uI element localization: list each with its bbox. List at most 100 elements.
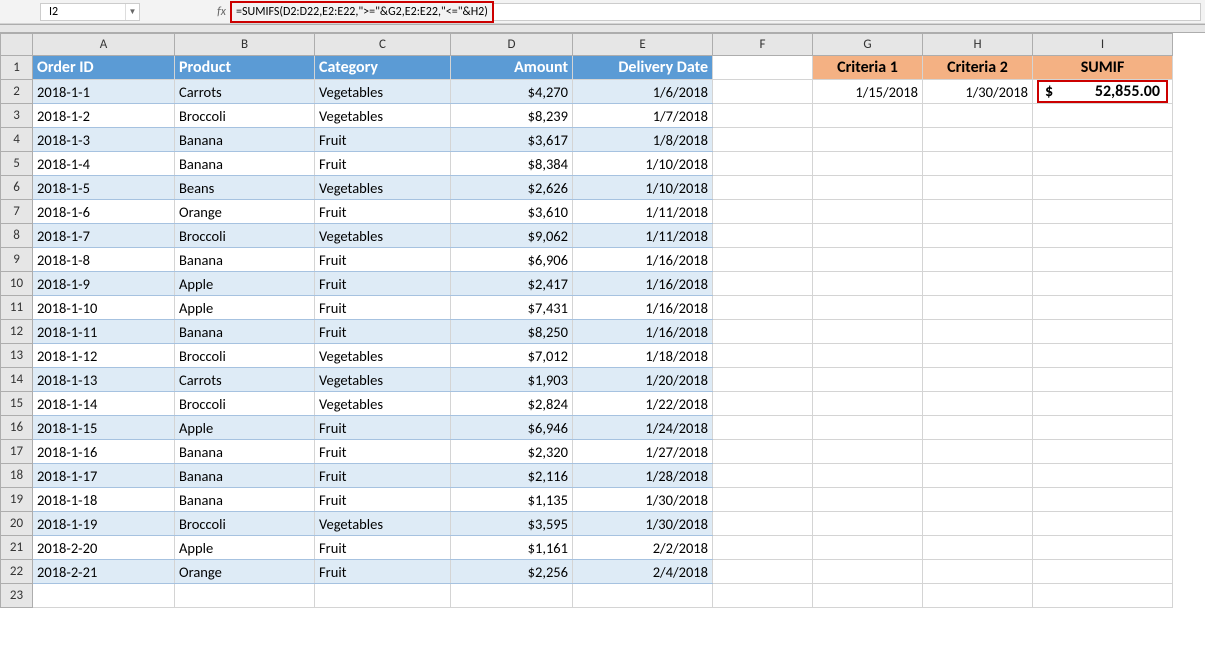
row-header[interactable]: 13 [1, 344, 33, 368]
cell-product[interactable]: Banana [175, 488, 315, 512]
cell[interactable] [813, 104, 923, 128]
row-header[interactable]: 22 [1, 560, 33, 584]
header-amount[interactable]: Amount [451, 56, 573, 80]
cell-product[interactable]: Apple [175, 536, 315, 560]
cell-category[interactable]: Vegetables [315, 512, 451, 536]
cell-date[interactable]: 2/4/2018 [573, 560, 713, 584]
cell-date[interactable]: 1/16/2018 [573, 272, 713, 296]
cell-orderid[interactable]: 2018-1-1 [33, 80, 175, 104]
cell-orderid[interactable]: 2018-1-6 [33, 200, 175, 224]
cell[interactable] [1033, 368, 1173, 392]
cell-category[interactable]: Fruit [315, 272, 451, 296]
cell[interactable] [713, 344, 813, 368]
cell[interactable] [923, 584, 1033, 608]
cell[interactable] [713, 128, 813, 152]
cell[interactable] [813, 224, 923, 248]
cell-amount[interactable]: $3,617 [451, 128, 573, 152]
cell[interactable] [813, 512, 923, 536]
cell[interactable] [813, 416, 923, 440]
cell-amount[interactable]: $2,417 [451, 272, 573, 296]
cell[interactable] [713, 320, 813, 344]
cell-orderid[interactable]: 2018-1-4 [33, 152, 175, 176]
header-criteria1[interactable]: Criteria 1 [813, 56, 923, 80]
criteria2-value[interactable]: 1/30/2018 [923, 80, 1033, 104]
cell[interactable] [923, 440, 1033, 464]
cell[interactable] [33, 584, 175, 608]
cell[interactable] [713, 440, 813, 464]
criteria1-value[interactable]: 1/15/2018 [813, 80, 923, 104]
cell-date[interactable]: 1/24/2018 [573, 416, 713, 440]
row-header[interactable]: 11 [1, 296, 33, 320]
cell-product[interactable]: Orange [175, 200, 315, 224]
select-all-corner[interactable] [1, 34, 33, 56]
row-header[interactable]: 4 [1, 128, 33, 152]
header-sumif[interactable]: SUMIF [1033, 56, 1173, 80]
cell-product[interactable]: Banana [175, 464, 315, 488]
col-header-H[interactable]: H [923, 34, 1033, 56]
cell[interactable] [923, 536, 1033, 560]
cell[interactable] [923, 296, 1033, 320]
cell-category[interactable]: Fruit [315, 440, 451, 464]
cell-date[interactable]: 1/18/2018 [573, 344, 713, 368]
cell[interactable] [923, 560, 1033, 584]
cell[interactable] [1033, 512, 1173, 536]
row-header[interactable]: 9 [1, 248, 33, 272]
cell[interactable] [813, 392, 923, 416]
cell-date[interactable]: 1/7/2018 [573, 104, 713, 128]
cell-orderid[interactable]: 2018-2-21 [33, 560, 175, 584]
cell[interactable] [813, 464, 923, 488]
cell-date[interactable]: 1/30/2018 [573, 512, 713, 536]
cell[interactable] [923, 128, 1033, 152]
cell[interactable] [923, 272, 1033, 296]
cell-orderid[interactable]: 2018-1-19 [33, 512, 175, 536]
row-header[interactable]: 10 [1, 272, 33, 296]
cell[interactable] [713, 176, 813, 200]
cell[interactable] [1033, 272, 1173, 296]
cell-orderid[interactable]: 2018-1-8 [33, 248, 175, 272]
cell[interactable] [923, 368, 1033, 392]
cell-product[interactable]: Orange [175, 560, 315, 584]
cell-category[interactable]: Fruit [315, 488, 451, 512]
cell[interactable] [1033, 416, 1173, 440]
cell[interactable] [1033, 560, 1173, 584]
cell[interactable] [813, 200, 923, 224]
cell-date[interactable]: 1/16/2018 [573, 296, 713, 320]
cell[interactable] [1033, 176, 1173, 200]
cell-orderid[interactable]: 2018-1-10 [33, 296, 175, 320]
cell-amount[interactable]: $2,116 [451, 464, 573, 488]
formula-input[interactable]: =SUMIFS(D2:D22,E2:E22,">="&G2,E2:E22,"<=… [230, 1, 494, 23]
row-header[interactable]: 7 [1, 200, 33, 224]
cell-category[interactable]: Vegetables [315, 224, 451, 248]
fx-icon[interactable]: fx [200, 5, 230, 19]
col-header-C[interactable]: C [315, 34, 451, 56]
cell[interactable] [923, 104, 1033, 128]
cell[interactable] [713, 416, 813, 440]
cell[interactable] [713, 488, 813, 512]
cell[interactable] [1033, 320, 1173, 344]
cell-date[interactable]: 1/6/2018 [573, 80, 713, 104]
cell-category[interactable]: Vegetables [315, 344, 451, 368]
formula-input-overflow[interactable] [494, 3, 1201, 21]
row-header[interactable]: 20 [1, 512, 33, 536]
cell[interactable] [713, 272, 813, 296]
cell-orderid[interactable]: 2018-1-11 [33, 320, 175, 344]
cell[interactable] [1033, 104, 1173, 128]
cell-product[interactable]: Apple [175, 272, 315, 296]
name-box[interactable]: I2 ▼ [40, 3, 140, 21]
cell-amount[interactable]: $8,384 [451, 152, 573, 176]
cell-amount[interactable]: $7,012 [451, 344, 573, 368]
cell[interactable] [923, 248, 1033, 272]
cell-orderid[interactable]: 2018-1-14 [33, 392, 175, 416]
cell-amount[interactable]: $9,062 [451, 224, 573, 248]
cell-product[interactable]: Carrots [175, 368, 315, 392]
name-box-dropdown-icon[interactable]: ▼ [125, 4, 139, 20]
cell-date[interactable]: 1/27/2018 [573, 440, 713, 464]
cell[interactable] [713, 248, 813, 272]
cell-orderid[interactable]: 2018-1-2 [33, 104, 175, 128]
cell-orderid[interactable]: 2018-1-13 [33, 368, 175, 392]
cell[interactable] [1033, 224, 1173, 248]
header-delivery[interactable]: Delivery Date [573, 56, 713, 80]
cell[interactable] [1033, 464, 1173, 488]
cell-amount[interactable]: $2,256 [451, 560, 573, 584]
cell[interactable] [1033, 248, 1173, 272]
